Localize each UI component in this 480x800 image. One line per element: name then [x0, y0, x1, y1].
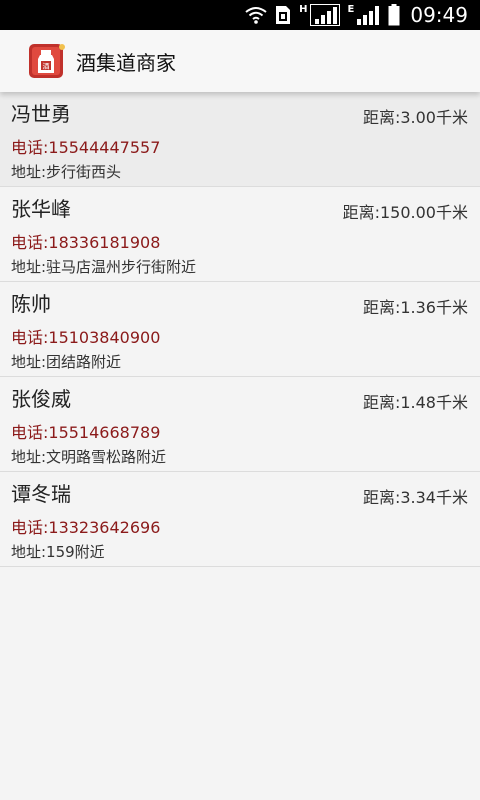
merchant-address: 地址:文明路雪松路附近: [11, 448, 167, 466]
battery-icon: [388, 0, 400, 30]
merchant-phone[interactable]: 电话:18336181908: [11, 229, 160, 253]
network-type-h: H: [299, 3, 308, 15]
merchant-name: 陈帅: [11, 292, 51, 316]
merchant-row[interactable]: 陈帅 距离:1.36千米 电话:15103840900 地址:团结路附近: [0, 282, 480, 377]
merchant-distance: 距离:3.00千米: [362, 108, 468, 127]
signal-icon: [309, 4, 340, 26]
merchant-distance: 距离:150.00千米: [342, 203, 468, 222]
merchant-distance: 距离:1.36千米: [362, 298, 468, 317]
signal-h: H: [299, 0, 340, 30]
status-bar: H E 09:49: [0, 0, 480, 30]
merchant-row[interactable]: 张俊威 距离:1.48千米 电话:15514668789 地址:文明路雪松路附近: [0, 377, 480, 472]
merchant-name: 张华峰: [11, 197, 71, 221]
merchant-address: 地址:团结路附近: [11, 353, 122, 371]
sim-icon: [275, 0, 291, 30]
merchant-phone[interactable]: 电话:15514668789: [11, 419, 160, 443]
signal-icon: [357, 6, 380, 25]
wifi-icon: [245, 0, 267, 30]
signal-e: E: [348, 0, 381, 30]
merchant-phone[interactable]: 电话:15103840900: [11, 324, 160, 348]
network-type-e: E: [347, 3, 355, 15]
merchant-name: 张俊威: [11, 387, 71, 411]
merchant-phone[interactable]: 电话:13323642696: [11, 514, 160, 538]
merchant-row[interactable]: 冯世勇 距离:3.00千米 电话:15544447557 地址:步行街西头: [0, 92, 480, 187]
merchant-name: 冯世勇: [11, 102, 71, 126]
bottle-logo-icon[interactable]: 酒: [28, 41, 68, 81]
merchant-name: 谭冬瑞: [11, 482, 71, 506]
merchant-list: 冯世勇 距离:3.00千米 电话:15544447557 地址:步行街西头 张华…: [0, 92, 480, 567]
app-bar: 酒 酒集道商家: [0, 30, 480, 92]
merchant-distance: 距离:1.48千米: [362, 393, 468, 412]
merchant-address: 地址:159附近: [11, 543, 105, 561]
app-title: 酒集道商家: [76, 50, 176, 75]
merchant-address: 地址:步行街西头: [11, 163, 122, 181]
svg-text:酒: 酒: [43, 63, 50, 71]
merchant-address: 地址:驻马店温州步行街附近: [11, 258, 197, 276]
clock: 09:49: [410, 3, 468, 27]
merchant-distance: 距离:3.34千米: [362, 488, 468, 507]
merchant-phone[interactable]: 电话:15544447557: [11, 134, 160, 158]
merchant-row[interactable]: 谭冬瑞 距离:3.34千米 电话:13323642696 地址:159附近: [0, 472, 480, 567]
merchant-row[interactable]: 张华峰 距离:150.00千米 电话:18336181908 地址:驻马店温州步…: [0, 187, 480, 282]
